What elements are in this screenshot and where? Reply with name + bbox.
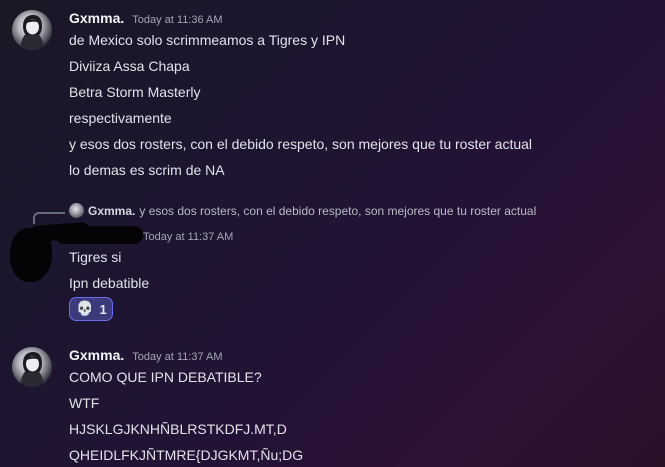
- message-text: respectivamente: [69, 110, 172, 126]
- message-text: de Mexico solo scrimmeamos a Tigres y IP…: [69, 32, 346, 48]
- message-header: Gxmma. Today at 11:36 AM: [69, 8, 223, 28]
- message-text: COMO QUE IPN DEBATIBLE?: [69, 369, 262, 385]
- reply-text[interactable]: y esos dos rosters, con el debido respet…: [139, 204, 536, 218]
- user-avatar[interactable]: [12, 347, 52, 387]
- reply-connector: [33, 212, 65, 224]
- timestamp[interactable]: Today at 11:37 AM: [132, 351, 222, 363]
- message-text: Diviiza Assa Chapa: [69, 58, 190, 74]
- user-avatar[interactable]: [12, 10, 52, 50]
- message-text: Ipn debatible: [69, 275, 150, 291]
- message-text: Betra Storm Masterly: [69, 84, 201, 100]
- message-text: WTF: [69, 395, 100, 411]
- redaction-scribble: [55, 226, 143, 244]
- username[interactable]: Gxmma.: [69, 10, 124, 26]
- message-text: QHEIDLFKJÑTMRE{DJGKMT,Ñu;DG: [69, 447, 304, 463]
- message-text: Tigres si: [69, 249, 122, 265]
- reaction-button[interactable]: 💀 1: [69, 297, 113, 321]
- reply-avatar: [69, 203, 84, 218]
- message-text: HJSKLGJKNHÑBLRSTKDFJ.MT,D: [69, 421, 287, 437]
- skull-icon: 💀: [76, 301, 94, 317]
- reply-username[interactable]: Gxmma.: [88, 204, 135, 218]
- message-header: Today at 11:37 AM: [143, 226, 233, 246]
- timestamp[interactable]: Today at 11:36 AM: [132, 14, 222, 26]
- username[interactable]: Gxmma.: [69, 347, 124, 363]
- message-header: Gxmma. Today at 11:37 AM: [69, 345, 223, 365]
- reply-preview[interactable]: Gxmma. y esos dos rosters, con el debido …: [69, 202, 536, 220]
- reaction-count: 1: [99, 301, 107, 317]
- message-text: lo demas es scrim de NA: [69, 162, 225, 178]
- timestamp[interactable]: Today at 11:37 AM: [143, 231, 233, 243]
- message-text: y esos dos rosters, con el debido respet…: [69, 136, 533, 152]
